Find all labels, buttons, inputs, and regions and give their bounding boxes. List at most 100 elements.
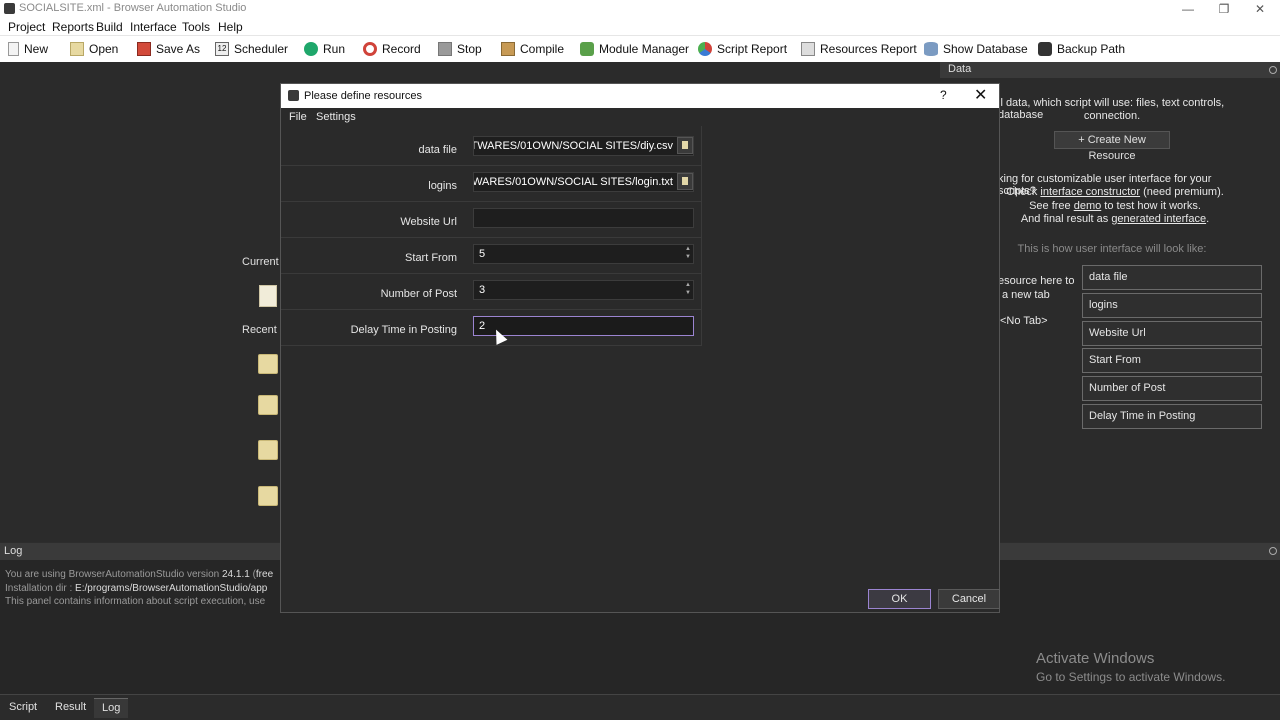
folder-icon[interactable] [258, 395, 278, 415]
resource-row-website-url: Website Url [281, 202, 701, 238]
delay-time-input[interactable]: 2 [473, 316, 694, 336]
logins-input[interactable]: SOFTWARES/01OWN/SOCIAL SITES/login.txt [473, 172, 694, 192]
backup-icon [1038, 42, 1052, 56]
save-icon [137, 42, 151, 56]
preview-item[interactable]: Start From [1082, 348, 1262, 373]
resource-row-delay-time: Delay Time in Posting 2 [281, 310, 701, 346]
preview-item[interactable]: Website Url [1082, 321, 1262, 346]
browse-file-icon[interactable] [677, 173, 693, 190]
run-button[interactable]: Run [304, 40, 345, 58]
script-report-button[interactable]: Script Report [698, 40, 787, 58]
data-panel-intro2: connection. [1083, 110, 1141, 122]
data-file-input[interactable]: SOFTWARES/01OWN/SOCIAL SITES/diy.csv [473, 136, 694, 156]
close-icon[interactable]: ✕ [974, 85, 987, 105]
menu-build[interactable]: Build [96, 20, 123, 34]
app-icon [288, 90, 299, 101]
preview-item[interactable]: data file [1082, 265, 1262, 290]
save-as-button[interactable]: Save As [137, 40, 200, 58]
website-url-input[interactable] [473, 208, 694, 228]
stop-icon [438, 42, 452, 56]
resource-label: Start From [405, 252, 457, 264]
resource-label: Delay Time in Posting [350, 324, 457, 336]
backup-path-button[interactable]: Backup Path [1038, 40, 1125, 58]
promo-line-3: See free demo to test how it works. [1029, 200, 1201, 212]
document-icon [801, 42, 815, 56]
close-icon[interactable]: ✕ [1242, 0, 1278, 18]
resource-label: logins [428, 180, 457, 192]
new-button[interactable]: New [8, 40, 48, 58]
menu-bar: Project Reports Build Interface Tools He… [0, 18, 1280, 36]
drop-hint-2: a new tab [1002, 289, 1050, 301]
drop-hint-1: esource here to [998, 275, 1075, 287]
menu-reports[interactable]: Reports [52, 20, 94, 34]
dialog-title: Please define resources [304, 90, 423, 102]
spinner-arrows-icon[interactable]: ▲ ▼ [683, 281, 693, 299]
tab-result[interactable]: Result [47, 698, 94, 718]
bottom-tabs: Script Result Log [0, 694, 1280, 720]
toolbar: New Open Save As 12 Scheduler Run Record… [0, 36, 1280, 62]
calendar-icon: 12 [215, 42, 229, 56]
new-file-icon [8, 42, 19, 56]
interface-constructor-link[interactable]: interface constructor [1040, 186, 1140, 198]
panel-options-icon[interactable] [1269, 66, 1277, 74]
browse-file-icon[interactable] [677, 137, 693, 154]
tab-script[interactable]: Script [1, 698, 45, 718]
divider [701, 126, 702, 346]
spinner-arrows-icon[interactable]: ▲ ▼ [683, 245, 693, 263]
minimize-icon[interactable]: — [1170, 0, 1206, 18]
menu-tools[interactable]: Tools [182, 20, 210, 34]
generated-interface-link[interactable]: generated interface [1111, 213, 1206, 225]
preview-item[interactable]: logins [1082, 293, 1262, 318]
no-tab-label[interactable]: <No Tab> [1000, 315, 1080, 327]
restore-icon[interactable]: ❐ [1206, 0, 1242, 18]
resources-report-button[interactable]: Resources Report [801, 40, 917, 58]
record-button[interactable]: Record [363, 40, 421, 58]
folder-icon[interactable] [258, 354, 278, 374]
resource-row-logins: logins SOFTWARES/01OWN/SOCIAL SITES/logi… [281, 166, 701, 202]
resource-row-data-file: data file SOFTWARES/01OWN/SOCIAL SITES/d… [281, 130, 701, 166]
window-titlebar: SOCIALSITE.xml - Browser Automation Stud… [0, 0, 1280, 18]
promo-line-2: Check interface constructor (need premiu… [1006, 186, 1224, 198]
number-of-post-input[interactable]: 3 [473, 280, 694, 300]
record-icon [363, 42, 377, 56]
file-icon[interactable] [259, 285, 277, 307]
resource-label: data file [418, 144, 457, 156]
window-title: SOCIALSITE.xml - Browser Automation Stud… [19, 2, 247, 14]
data-panel-header: Data [940, 62, 1280, 78]
show-database-button[interactable]: Show Database [924, 40, 1028, 58]
tab-log[interactable]: Log [94, 698, 129, 718]
app-icon [4, 3, 15, 14]
compile-button[interactable]: Compile [501, 40, 564, 58]
puzzle-icon [580, 42, 594, 56]
folder-icon[interactable] [258, 440, 278, 460]
dialog-menu: File Settings [281, 108, 999, 126]
preview-item[interactable]: Number of Post [1082, 376, 1262, 401]
menu-interface[interactable]: Interface [130, 20, 177, 34]
preview-item[interactable]: Delay Time in Posting [1082, 404, 1262, 429]
current-project-label: Current [242, 256, 279, 268]
resource-label: Website Url [400, 216, 457, 228]
panel-options-icon[interactable] [1269, 547, 1277, 555]
folder-icon[interactable] [258, 486, 278, 506]
open-button[interactable]: Open [70, 40, 118, 58]
database-icon [924, 42, 938, 56]
open-folder-icon [70, 42, 84, 56]
menu-help[interactable]: Help [218, 20, 243, 34]
cancel-button[interactable]: Cancel [938, 589, 1000, 609]
scheduler-button[interactable]: 12 Scheduler [215, 40, 288, 58]
start-from-input[interactable]: 5 [473, 244, 694, 264]
dialog-menu-file[interactable]: File [289, 111, 307, 123]
help-icon[interactable]: ? [940, 88, 947, 102]
data-panel-title: Data [948, 63, 972, 75]
preview-caption: This is how user interface will look lik… [1017, 243, 1207, 255]
menu-project[interactable]: Project [8, 20, 45, 34]
define-resources-dialog: Please define resources ? ✕ File Setting… [280, 83, 1000, 613]
demo-link[interactable]: demo [1074, 200, 1102, 212]
dialog-menu-settings[interactable]: Settings [316, 111, 356, 123]
ok-button[interactable]: OK [868, 589, 931, 609]
stop-button[interactable]: Stop [438, 40, 482, 58]
create-new-resource-button[interactable]: + Create New Resource [1054, 131, 1170, 162]
resource-row-start-from: Start From 5 ▲ ▼ [281, 238, 701, 274]
box-icon [501, 42, 515, 56]
module-manager-button[interactable]: Module Manager [580, 40, 689, 58]
